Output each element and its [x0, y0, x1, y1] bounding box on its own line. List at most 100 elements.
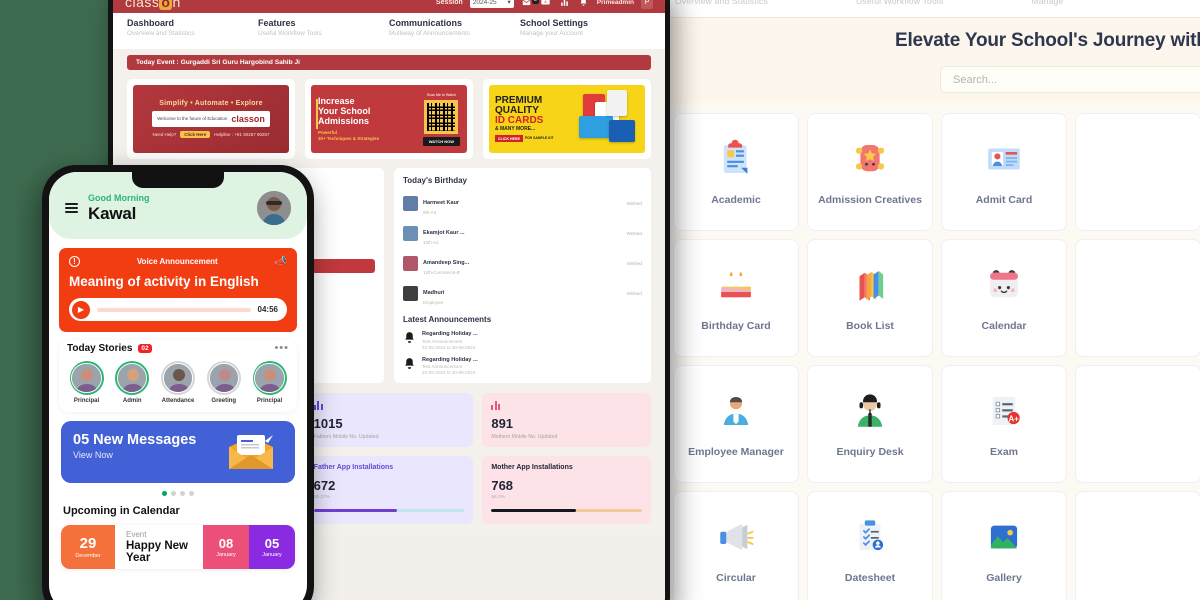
checklist-icon — [849, 516, 891, 558]
promo2-cta-button[interactable]: WATCH NOW — [422, 136, 460, 146]
story-item[interactable]: Greeting — [204, 361, 243, 404]
promo-card-idcards[interactable]: PREMIUM QUALITY ID CARDS & MANY MORE... … — [483, 79, 651, 159]
feature-cell-calendar[interactable]: Calendar — [941, 239, 1067, 357]
promo2-line2: Your School — [318, 106, 371, 117]
feature-cell-exam[interactable]: A+ Exam — [941, 365, 1067, 483]
video-tutorial-icon[interactable]: A — [540, 0, 552, 8]
story-item[interactable]: Admin — [113, 361, 152, 404]
analytics-icon[interactable] — [559, 0, 571, 8]
announcements-title: Latest Announcements — [403, 315, 492, 324]
story-label: Principal — [73, 398, 100, 404]
birthday-announcements-widget: Today's Birthday Harmeet Kaur 9th-A3 Wishe… — [394, 168, 651, 383]
feature-cell-birthday-card[interactable]: Birthday Card — [673, 239, 799, 357]
carousel-dot[interactable] — [189, 491, 194, 496]
event-month: December — [75, 552, 101, 559]
exam-paper-icon: A+ — [983, 390, 1025, 432]
event-date-next-2[interactable]: 05 January — [249, 525, 295, 569]
promo-card-admissions[interactable]: Increase Your School Admissions Powerful… — [305, 79, 473, 159]
avatar — [403, 195, 418, 211]
next2-month: January — [262, 551, 282, 558]
new-messages-banner[interactable]: 05 New Messages View Now — [61, 421, 295, 483]
nav-item-features[interactable]: Features Useful Workflow Tools — [258, 18, 389, 49]
birthday-row: Harmeet Kaur 9th-A3 Wished — [403, 191, 642, 215]
avatar[interactable] — [257, 191, 291, 225]
event-date-next-1[interactable]: 08 January — [203, 525, 249, 569]
phone-greeting-block: Good Morning Kawal — [88, 193, 149, 224]
announcement-row[interactable]: Regarding Holiday ... Test Announcement 23… — [403, 357, 642, 375]
feature-cell-circular[interactable]: Circular — [673, 491, 799, 600]
feature-label: Circular — [716, 572, 756, 584]
install-value: 672 — [313, 478, 336, 493]
feature-cell-enquiry-desk[interactable]: Enquiry Desk — [807, 365, 933, 483]
avatar — [403, 255, 418, 271]
nav-item-communications[interactable]: Communications Multiway of Announcements — [389, 18, 520, 49]
calendar-icon — [983, 264, 1025, 306]
promo3-cta-button: CLICK HERE — [495, 135, 523, 142]
session-value: 2024-25 — [472, 0, 497, 6]
stat-caption: Fathers Mobile No. Updated — [313, 434, 379, 440]
avatar[interactable]: P — [641, 0, 653, 9]
feature-cell-admit-card[interactable]: Admit Card — [941, 113, 1067, 231]
stories-header: Today Stories 02 ••• — [67, 342, 289, 354]
birthday-name: Harmeet Kaur — [423, 200, 460, 206]
feature-label: Employee Manager — [688, 446, 784, 458]
empty-icon — [1117, 522, 1159, 564]
bell-icon[interactable] — [578, 0, 590, 8]
feature-search-input[interactable]: Search... — [940, 66, 1200, 93]
megaphone-icon — [715, 516, 757, 558]
story-item[interactable]: Attendance — [159, 361, 198, 404]
idcard-collage — [577, 88, 639, 150]
hamburger-menu-icon[interactable] — [65, 202, 78, 214]
birthday-cake-icon — [715, 264, 757, 306]
announcement-body: Regarding Holiday ... Test Announcement 23… — [422, 331, 478, 350]
audio-player[interactable]: ▶ 04:56 — [69, 298, 287, 321]
promo3-cta-row[interactable]: CLICK HERE FOR SAMPLE KIT — [495, 135, 554, 142]
calendar-event-row[interactable]: 29 December Event Happy New Year 08 Janu… — [61, 525, 295, 569]
feature-cell-datesheet[interactable]: Datesheet — [807, 491, 933, 600]
birthday-person: Amandeep Sing... 12th-Commerce-B — [423, 251, 469, 275]
feature-cell-book-list[interactable]: Book List — [807, 239, 933, 357]
nav-ghost-1: Useful Workflow Tools — [855, 0, 944, 6]
announcement-row[interactable]: Regarding Holiday ... Test Announcement 23… — [403, 331, 642, 350]
feature-cell-academic[interactable]: Academic — [673, 113, 799, 231]
feature-cell-admission-creatives[interactable]: Admission Creatives — [807, 113, 933, 231]
feature-cell-gallery[interactable]: Gallery — [941, 491, 1067, 600]
birthday-title: Today's Birthday — [403, 176, 467, 185]
nav-item-school-settings[interactable]: School Settings Manage your Account — [520, 18, 651, 49]
event-kind: Event — [126, 530, 147, 539]
promo1-cta-button[interactable]: Click Here — [180, 131, 211, 138]
promo-card-classon[interactable]: Simplify • Automate • Explore Welcome to… — [127, 79, 295, 159]
promo1-tagline: Simplify • Automate • Explore — [159, 100, 263, 107]
session-select[interactable]: 2024-25 ▾ — [469, 0, 514, 8]
story-ring — [69, 361, 104, 395]
story-item[interactable]: Principal — [250, 361, 289, 404]
carousel-dots[interactable] — [49, 491, 307, 496]
play-button-icon[interactable]: ▶ — [72, 300, 90, 319]
carousel-dot[interactable] — [171, 491, 176, 496]
feature-label: Admit Card — [975, 194, 1033, 206]
logo-text-part1: class — [125, 0, 160, 10]
id-card-icon — [983, 138, 1025, 180]
qr-code-icon — [424, 99, 459, 134]
nav-item-dashboard[interactable]: Dashboard Overview and Statistics — [127, 18, 258, 49]
carousel-dot[interactable] — [162, 491, 167, 496]
more-options-icon[interactable]: ••• — [274, 342, 289, 354]
mail-icon[interactable]: 3 — [521, 0, 539, 8]
install-card: Father App Installations 672 55.27% — [304, 456, 474, 524]
story-item[interactable]: Principal — [67, 361, 106, 404]
stat-value: 1015 — [313, 416, 343, 431]
audio-duration: 04:56 — [257, 305, 278, 314]
promo3-cta-sub: FOR SAMPLE KIT — [524, 135, 554, 140]
event-name: Happy New Year — [126, 540, 188, 564]
feature-cell-employee-manager[interactable]: Employee Manager — [673, 365, 799, 483]
birthday-row: Madhuri Employee Wished — [403, 281, 642, 305]
classon-logo[interactable]: class o n — [125, 0, 181, 10]
feature-label: Admission Creatives — [818, 194, 922, 206]
stories-list: Principal Admin Attendance Greeting Principa… — [67, 361, 289, 404]
audio-seek-bar[interactable] — [97, 307, 251, 312]
birthday-status: Wished — [626, 230, 642, 236]
carousel-dot[interactable] — [180, 491, 185, 496]
birthday-status: Wished — [626, 260, 642, 266]
feature-label: Birthday Card — [701, 320, 771, 332]
voice-announcement-card[interactable]: ! Voice Announcement 📣 Meaning of activi… — [59, 248, 297, 332]
